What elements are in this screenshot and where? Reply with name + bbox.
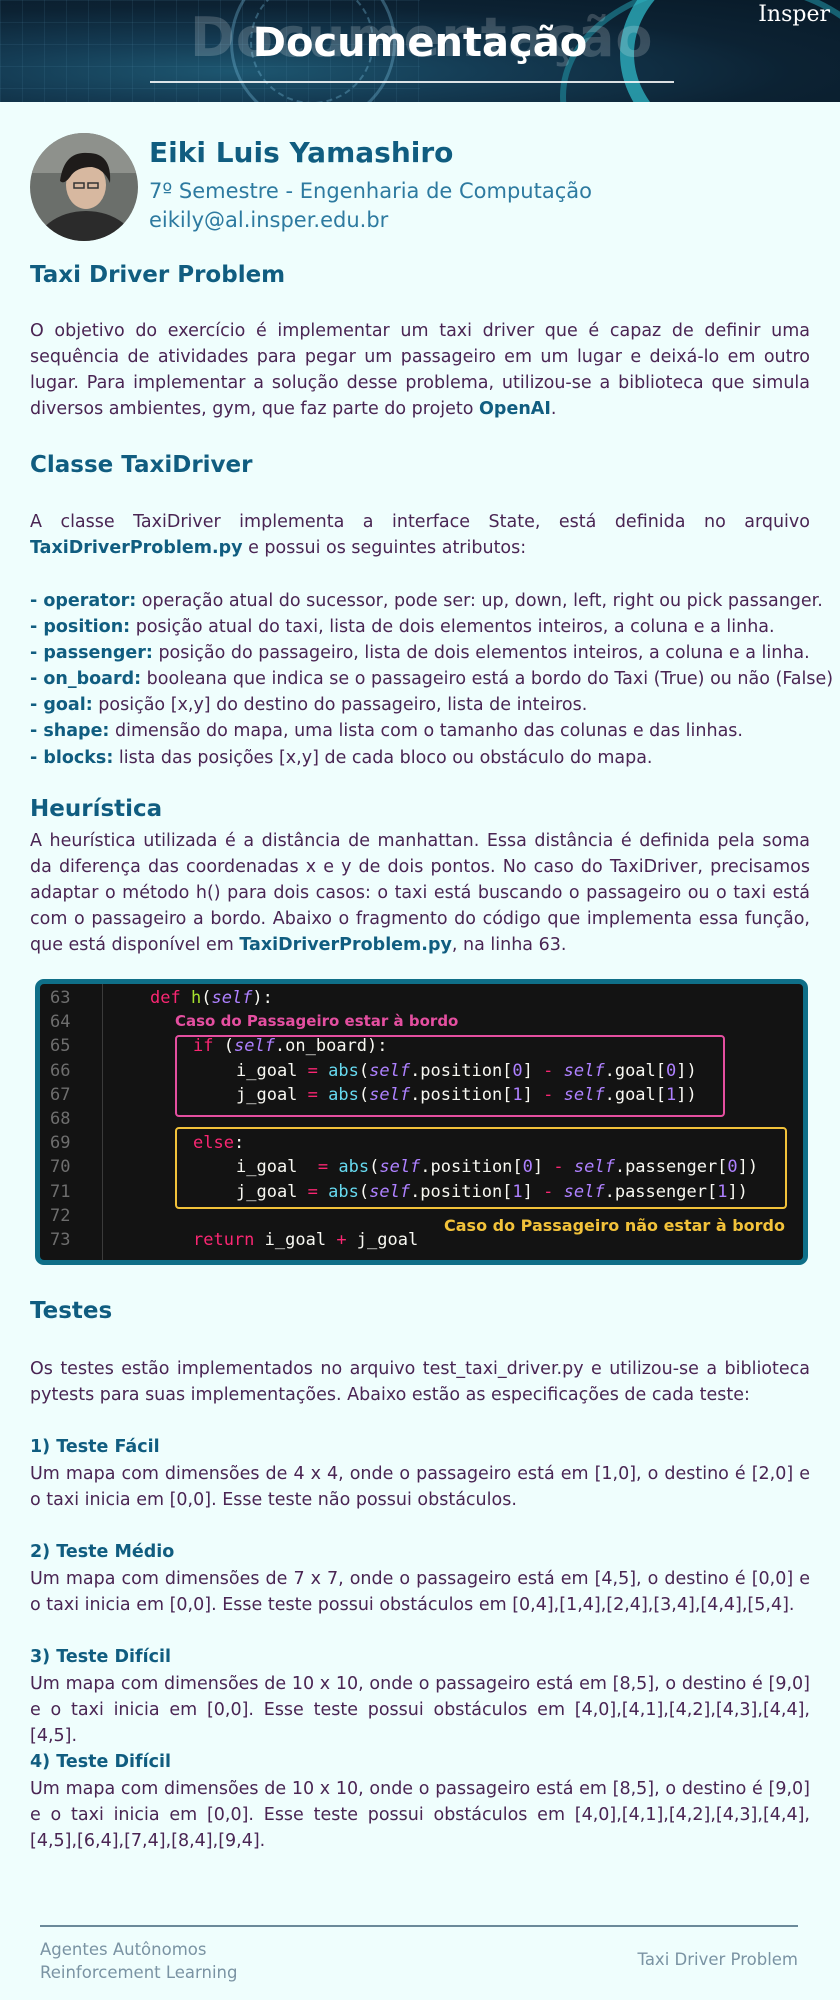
line-number: 72 (50, 1205, 71, 1226)
attribute-desc: posição do passageiro, lista de dois ele… (152, 643, 810, 664)
attribute-item: - on_board: booleana que indica se o pas… (30, 666, 833, 692)
attribute-desc: dimensão do mapa, uma lista com o tamanh… (109, 721, 743, 742)
attribute-item: - position: posição atual do taxi, lista… (30, 614, 820, 640)
header-banner: Documentação Documentação Insper (0, 0, 840, 102)
annotation-on-board: Caso do Passageiro estar à bordo (175, 1012, 459, 1030)
avatar-photo (30, 133, 138, 241)
code-token: def (150, 988, 191, 1008)
code-token: h (190, 988, 202, 1008)
section-heading-testes: Testes (30, 1298, 113, 1324)
test-4-text: Um mapa com dimensões de 10 x 10, onde o… (30, 1779, 810, 1851)
openai-link: OpenAI (479, 399, 551, 419)
test-2-title: 2) Teste Médio (30, 1542, 175, 1562)
title-underline (150, 81, 674, 83)
attribute-desc: lista das posições [x,y] de cada bloco o… (113, 747, 653, 768)
attribute-item: - goal: posição [x,y] do destino do pass… (30, 692, 820, 718)
heuristic-paragraph: A heurística utilizada é a distância de … (30, 828, 810, 958)
class-text-end: e possui os seguintes atributos: (242, 538, 527, 558)
code-token: + (336, 1230, 347, 1250)
attribute-desc: operação atual do sucessor, pode ser: up… (136, 591, 823, 611)
heuristic-text-end: , na linha 63. (451, 935, 567, 955)
code-token: j_goal (346, 1230, 419, 1250)
filename-taxidriverproblem-2: TaxiDriverProblem.py (239, 935, 452, 955)
attribute-desc: posição [x,y] do destino do passageiro, … (92, 695, 588, 716)
line-number: 73 (50, 1230, 71, 1250)
annotation-not-on-board: Caso do Passageiro não estar à bordo (444, 1216, 785, 1235)
attribute-key: - operator: (30, 591, 137, 611)
code-text: return i_goal + j_goal (193, 1228, 418, 1252)
code-token: i_goal (264, 1230, 337, 1250)
attribute-item: - passenger: posição do passageiro, list… (30, 640, 820, 666)
attribute-key: - on_board: (30, 669, 142, 690)
attribute-desc: booleana que indica se o passageiro está… (141, 669, 834, 690)
author-name: Eiki Luis Yamashiro (149, 136, 454, 169)
not-on-board-highlight-box (175, 1127, 787, 1209)
line-number: 66 (50, 1060, 71, 1081)
intro-text: O objetivo do exercício é implementar um… (30, 321, 810, 419)
author-email: eikily@al.insper.edu.br (149, 208, 389, 232)
section-heading-heuristica: Heurística (30, 796, 163, 822)
attribute-desc: posição atual do taxi, lista de dois ele… (130, 617, 775, 638)
test-2-text: Um mapa com dimensões de 7 x 7, onde o p… (30, 1569, 810, 1615)
filename-taxidriverproblem: TaxiDriverProblem.py (30, 538, 243, 558)
code-text: def h(self): (150, 986, 273, 1010)
class-paragraph: A classe TaxiDriver implementa a interfa… (30, 509, 810, 561)
intro-text-end: . (550, 399, 557, 419)
line-number: 68 (50, 1109, 71, 1129)
class-text: A classe TaxiDriver implementa a interfa… (30, 512, 810, 532)
footer-course: Agentes Autônomos (40, 1940, 207, 1959)
attribute-key: - blocks: (30, 747, 114, 768)
on-board-highlight-box (175, 1035, 725, 1117)
avatar (30, 133, 138, 241)
footer-divider (40, 1925, 798, 1927)
attribute-key: - passenger: (30, 643, 153, 664)
code-token: ( (201, 988, 212, 1008)
footer-project: Taxi Driver Problem (637, 1950, 798, 1969)
attribute-item: - blocks: lista das posições [x,y] de ca… (30, 745, 820, 771)
code-snippet: 63 def h(self): 64 65 if (self.on_board): 66 i… (35, 979, 808, 1265)
test-1-title: 1) Teste Fácil (30, 1437, 160, 1457)
attribute-key: - shape: (30, 721, 110, 742)
section-heading-taxi-driver-problem: Taxi Driver Problem (30, 262, 286, 288)
insper-logo: Insper (758, 2, 830, 27)
attribute-key: - position: (30, 617, 131, 638)
test-1-text: Um mapa com dimensões de 4 x 4, onde o p… (30, 1464, 810, 1510)
line-number: 70 (50, 1157, 71, 1178)
author-course: 7º Semestre - Engenharia de Computação (149, 179, 592, 203)
attribute-item: - shape: dimensão do mapa, uma lista com… (30, 718, 820, 744)
section-heading-classe-taxidriver: Classe TaxiDriver (30, 452, 253, 478)
code-token: return (193, 1230, 265, 1250)
code-token: self (211, 988, 253, 1008)
intro-paragraph: O objetivo do exercício é implementar um… (30, 318, 810, 422)
line-number: 71 (50, 1181, 71, 1202)
tests-intro: Os testes estão implementados no arquivo… (30, 1359, 810, 1405)
footer-subject: Reinforcement Learning (40, 1963, 238, 1982)
line-number: 67 (50, 1084, 71, 1105)
line-number: 65 (50, 1036, 71, 1057)
test-3-text: Um mapa com dimensões de 10 x 10, onde o… (30, 1674, 810, 1746)
attribute-item: - operator: operação atual do sucessor, … (30, 588, 823, 614)
test-4-title: 4) Teste Difícil (30, 1752, 171, 1772)
test-3-title: 3) Teste Difícil (30, 1647, 171, 1667)
line-number: 63 (50, 988, 71, 1008)
code-token: ): (252, 988, 273, 1008)
attribute-list: - operator: operação atual do sucessor, … (30, 588, 833, 771)
line-number: 69 (50, 1133, 71, 1154)
attribute-key: - goal: (30, 695, 93, 716)
line-number: 64 (50, 1012, 71, 1033)
page-title: Documentação (252, 20, 588, 66)
